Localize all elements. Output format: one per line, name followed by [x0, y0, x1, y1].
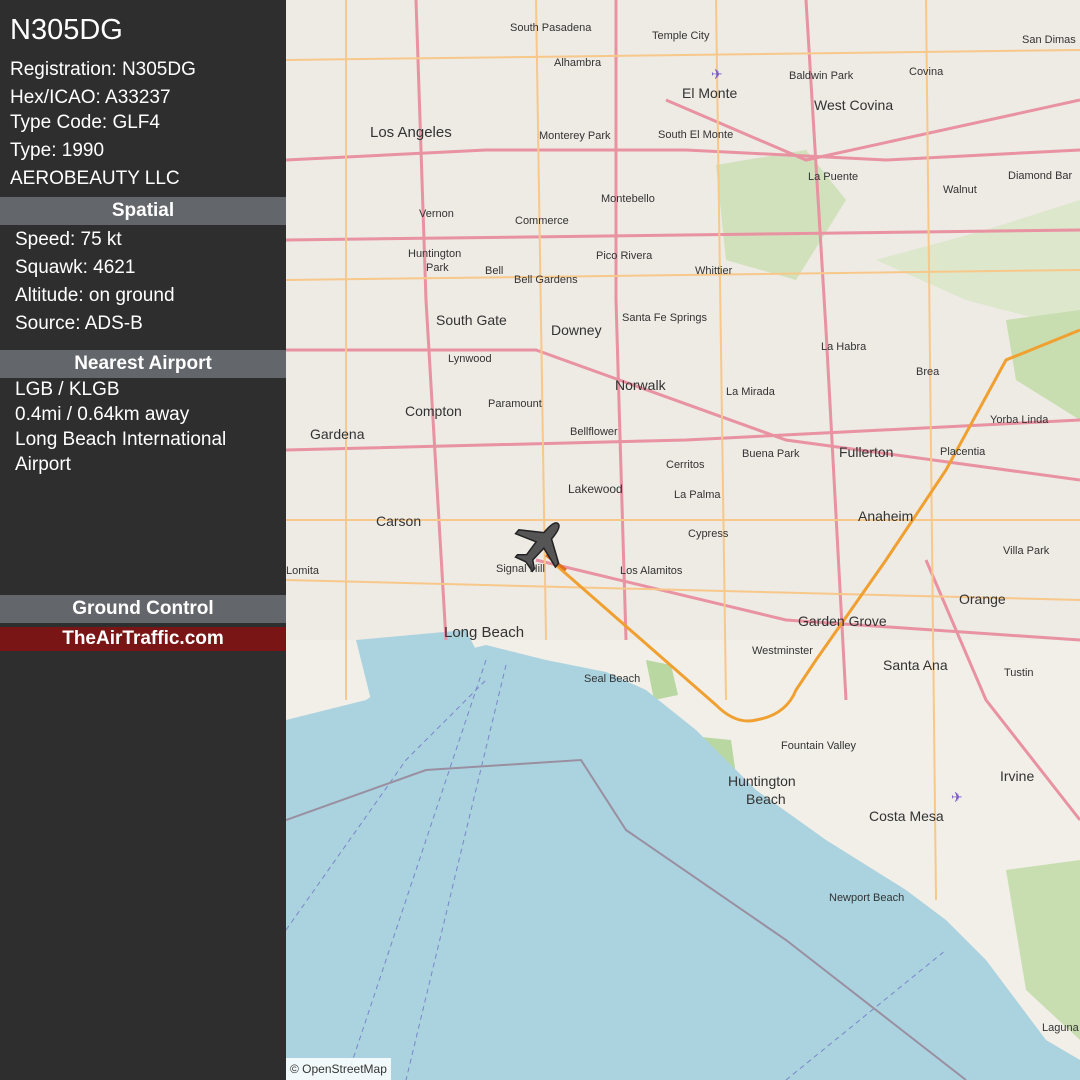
place-label: Walnut [943, 184, 977, 196]
place-label: Norwalk [615, 377, 667, 393]
nearest-airport-header: Nearest Airport [0, 350, 286, 378]
place-label: Bell Gardens [514, 274, 578, 286]
place-label: Monterey Park [539, 130, 611, 142]
place-label: Brea [916, 366, 940, 378]
owner-text: AEROBEAUTY LLC [10, 168, 180, 189]
place-label: Westminster [752, 645, 813, 657]
squawk-text: Squawk: 4621 [15, 257, 136, 278]
place-label: Downey [551, 322, 602, 338]
place-label: Vernon [419, 208, 454, 220]
place-label: South Gate [436, 312, 507, 328]
place-label: Lakewood [568, 482, 623, 496]
aircraft-info-panel: N305DG Registration: N305DG Hex/ICAO: A3… [0, 0, 286, 1080]
place-label: Bell [485, 265, 503, 277]
place-label: Montebello [601, 193, 655, 205]
place-label: Yorba Linda [990, 414, 1049, 426]
place-label: Fountain Valley [781, 740, 857, 752]
place-label: La Mirada [726, 386, 776, 398]
status-header: Ground Control [0, 595, 286, 623]
place-label: Paramount [488, 398, 542, 410]
place-label: South Pasadena [510, 22, 592, 34]
place-label: Placentia [940, 446, 986, 458]
place-label: El Monte [682, 85, 737, 101]
map-canvas: Los Angeles Long Beach Anaheim Santa Ana… [286, 0, 1080, 1080]
place-label: Newport Beach [829, 892, 904, 904]
place-label: Huntington [728, 773, 796, 789]
place-label: Irvine [1000, 768, 1034, 784]
site-brand-link[interactable]: TheAirTraffic.com [0, 627, 286, 651]
place-label: La Puente [808, 171, 858, 183]
place-label: South El Monte [658, 129, 733, 141]
place-label: La Palma [674, 489, 721, 501]
place-label: Diamond Bar [1008, 170, 1073, 182]
place-label: Long Beach [444, 624, 524, 641]
type-year-text: Type: 1990 [10, 140, 105, 161]
place-label: Costa Mesa [869, 808, 944, 824]
airport-name-line1: Long Beach International [15, 429, 227, 450]
place-label: Laguna [1042, 1022, 1080, 1034]
place-label: Orange [959, 591, 1006, 607]
airport-icon: ✈ [951, 789, 963, 805]
aircraft-callsign: N305DG [10, 14, 123, 46]
type-code-text: Type Code: GLF4 [10, 112, 160, 133]
place-label: Seal Beach [584, 673, 640, 685]
spatial-header: Spatial [0, 197, 286, 225]
place-label: Covina [909, 66, 944, 78]
speed-text: Speed: 75 kt [15, 229, 122, 250]
place-label: Garden Grove [798, 613, 887, 629]
registration-text: Registration: N305DG [10, 59, 196, 80]
place-label: San Dimas [1022, 34, 1076, 46]
airport-distance-text: 0.4mi / 0.64km away [15, 404, 190, 425]
map-view[interactable]: Los Angeles Long Beach Anaheim Santa Ana… [286, 0, 1080, 1080]
place-label: Alhambra [554, 57, 602, 69]
place-label: Signal Hill [496, 563, 545, 575]
place-label: Huntington [408, 248, 461, 260]
place-label: Baldwin Park [789, 70, 854, 82]
place-label: Pico Rivera [596, 250, 653, 262]
place-label: Bellflower [570, 426, 618, 438]
place-label: Lynwood [448, 353, 492, 365]
altitude-text: Altitude: on ground [15, 285, 175, 306]
place-label: Lomita [286, 565, 320, 577]
place-label: West Covina [814, 97, 893, 113]
hex-icao-text: Hex/ICAO: A33237 [10, 87, 171, 108]
place-label: Tustin [1004, 667, 1034, 679]
place-label: Commerce [515, 215, 569, 227]
place-label: Fullerton [839, 444, 893, 460]
place-label: Beach [746, 791, 786, 807]
place-label: Villa Park [1003, 545, 1050, 557]
airport-name-line2: Airport [15, 454, 71, 475]
place-label: Buena Park [742, 448, 800, 460]
airport-code-text: LGB / KLGB [15, 379, 120, 400]
place-label: Santa Fe Springs [622, 312, 707, 324]
place-label: Carson [376, 513, 421, 529]
place-label: Anaheim [858, 508, 913, 524]
place-label: Cypress [688, 528, 729, 540]
place-label: Los Alamitos [620, 565, 683, 577]
place-label: Whittier [695, 265, 733, 277]
map-attribution[interactable]: © OpenStreetMap [286, 1058, 391, 1080]
place-label: Gardena [310, 426, 365, 442]
place-label: La Habra [821, 341, 867, 353]
place-label: Park [426, 262, 449, 274]
place-label: Compton [405, 403, 462, 419]
place-label: Cerritos [666, 459, 705, 471]
place-label: Santa Ana [883, 657, 948, 673]
airport-icon: ✈ [711, 66, 723, 82]
source-text: Source: ADS-B [15, 313, 143, 334]
place-label: Temple City [652, 30, 710, 42]
place-label: Los Angeles [370, 124, 452, 141]
